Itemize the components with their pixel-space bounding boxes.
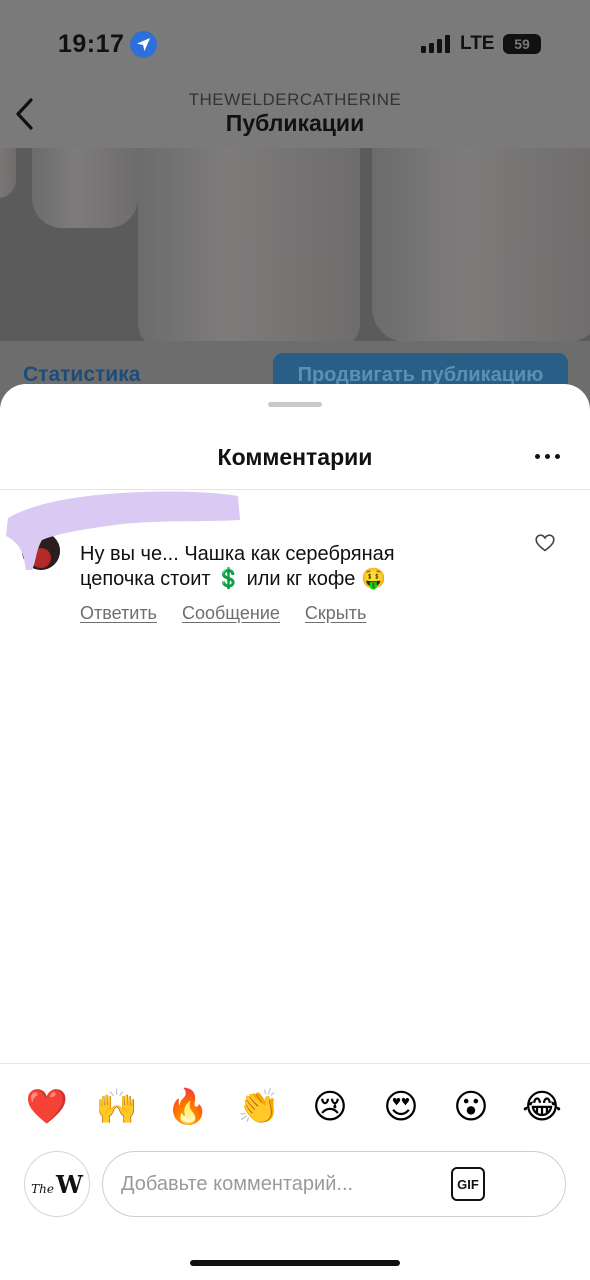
- reaction-heart[interactable]: ❤️: [24, 1084, 70, 1130]
- cup-shape: [372, 148, 590, 341]
- more-options-icon[interactable]: [535, 454, 561, 462]
- comment-text: Ну вы че... Чашка как серебряная цепочка…: [80, 543, 395, 590]
- comments-sheet: Комментарии Ну вы че... Чашка как серебр…: [0, 384, 590, 1280]
- cup-shape: [0, 148, 16, 198]
- reaction-crying[interactable]: 😢: [307, 1084, 353, 1130]
- hide-link[interactable]: Скрыть: [305, 603, 366, 624]
- status-time: 19:17: [58, 30, 125, 58]
- sheet-title: Комментарии: [217, 444, 373, 470]
- reply-link[interactable]: Ответить: [80, 603, 157, 624]
- battery-icon: 59: [503, 34, 541, 54]
- comment-item: Ну вы че... Чашка как серебряная цепочка…: [0, 490, 590, 630]
- reaction-laughing[interactable]: 😂: [519, 1084, 565, 1130]
- cellular-signal-icon: [421, 35, 451, 53]
- cup-shape: [138, 148, 360, 341]
- cup-shape: [32, 148, 138, 228]
- comment-input[interactable]: [121, 1152, 441, 1216]
- comment-input-box: GIF: [102, 1151, 566, 1217]
- comment-actions: Ответить Сообщение Скрыть: [80, 603, 366, 624]
- message-link[interactable]: Сообщение: [182, 603, 280, 624]
- nav-header: THEWELDERCATHERINE Публикации: [0, 90, 590, 148]
- reaction-raised-hands[interactable]: 🙌: [94, 1084, 140, 1130]
- reaction-fire[interactable]: 🔥: [165, 1084, 211, 1130]
- carrier-label: LTE: [460, 33, 495, 54]
- home-indicator: [190, 1260, 400, 1266]
- reaction-heart-eyes[interactable]: 😍: [378, 1084, 424, 1130]
- like-heart-icon[interactable]: [535, 534, 555, 552]
- sheet-grabber[interactable]: [268, 402, 322, 407]
- page-title: Публикации: [225, 110, 365, 136]
- quick-reactions-row: ❤️ 🙌 🔥 👏 😢 😍 😮 😂: [0, 1084, 590, 1130]
- post-photo: [0, 148, 590, 341]
- reaction-clap[interactable]: 👏: [236, 1084, 282, 1130]
- own-avatar[interactable]: TheW: [24, 1151, 90, 1217]
- header-username: THEWELDERCATHERINE: [188, 90, 402, 109]
- status-bar: 19:17 LTE 59: [0, 0, 590, 90]
- avatar-logo: TheW: [31, 1169, 83, 1199]
- location-arrow-icon: [130, 31, 157, 58]
- reaction-surprised[interactable]: 😮: [448, 1084, 494, 1130]
- divider: [0, 1063, 590, 1064]
- gif-button[interactable]: GIF: [451, 1167, 485, 1201]
- battery-level: 59: [514, 36, 530, 52]
